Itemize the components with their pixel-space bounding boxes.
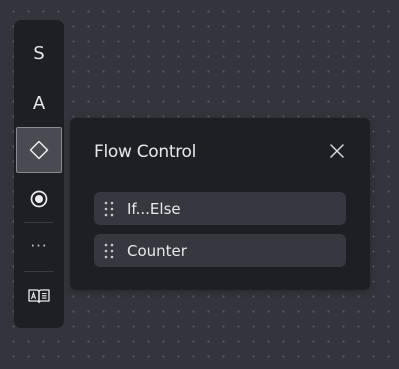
text-a-label: A [32,92,46,114]
left-toolbar: S A ··· [14,20,64,328]
radio-icon [30,190,48,208]
book-icon [28,289,50,304]
text-a-tool[interactable]: A [14,80,64,126]
book-tool[interactable] [14,273,64,319]
radio-tool[interactable] [14,176,64,222]
flow-control-tool[interactable] [16,127,62,173]
diamond-icon [29,140,49,160]
text-s-label: S [33,42,45,64]
text-s-tool[interactable]: S [14,30,64,76]
flow-item-counter[interactable]: Counter [94,234,346,267]
panel-title: Flow Control [94,142,197,162]
more-tools-button[interactable]: ··· [14,223,64,269]
close-button[interactable] [326,140,348,162]
flow-item-label: If...Else [127,199,181,218]
drag-handle-icon[interactable] [104,243,114,259]
toolbar-divider [24,271,54,272]
more-icon: ··· [30,237,48,255]
flow-item-if-else[interactable]: If...Else [94,192,346,225]
close-icon [330,144,344,158]
drag-handle-icon[interactable] [104,201,114,217]
flow-item-label: Counter [127,241,187,260]
flow-control-panel: Flow Control If...Else Counter [70,118,370,290]
